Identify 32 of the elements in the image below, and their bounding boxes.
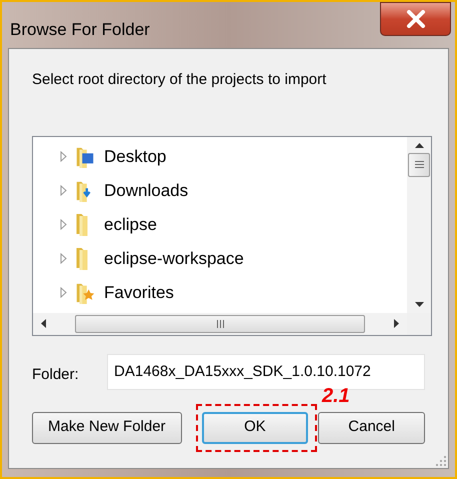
expand-icon[interactable] [60, 185, 67, 196]
tree-item[interactable]: Downloads [104, 178, 188, 204]
window-title: Browse For Folder [10, 19, 150, 41]
tree-item[interactable]: eclipse-workspace [104, 246, 244, 272]
folder-icon [76, 214, 88, 236]
tree-item[interactable]: Favorites [104, 280, 174, 306]
horizontal-scrollbar[interactable] [33, 312, 407, 334]
desktop-folder-icon [74, 146, 96, 168]
favorites-folder-icon [74, 282, 96, 304]
expand-icon[interactable] [60, 253, 67, 264]
scroll-right-icon[interactable] [394, 319, 399, 328]
scroll-thumb[interactable] [75, 314, 365, 332]
folder-icon [76, 248, 88, 270]
expand-icon[interactable] [60, 287, 67, 298]
close-icon [406, 10, 426, 28]
dialog-button[interactable]: Make New Folder [32, 412, 182, 444]
dialog-button[interactable]: Cancel [318, 412, 425, 444]
scroll-down-icon[interactable] [414, 302, 424, 306]
expand-icon[interactable] [60, 151, 67, 162]
folder-field[interactable]: DA1468x_DA15xxx_SDK_1.0.10.1072 [107, 354, 425, 390]
tree-item[interactable]: eclipse [104, 212, 157, 238]
close-button[interactable] [380, 2, 451, 36]
resize-grip-icon[interactable] [436, 456, 446, 466]
tree-item[interactable]: Desktop [104, 144, 166, 170]
vertical-scrollbar[interactable] [407, 136, 431, 312]
scroll-thumb[interactable] [408, 152, 430, 176]
expand-icon[interactable] [60, 219, 67, 230]
scroll-left-icon[interactable] [41, 319, 46, 328]
dialog-button[interactable]: OK [202, 412, 308, 444]
folder-label: Folder: [32, 365, 80, 386]
prompt-text: Select root directory of the projects to import [32, 70, 328, 90]
scroll-up-icon[interactable] [414, 142, 424, 148]
